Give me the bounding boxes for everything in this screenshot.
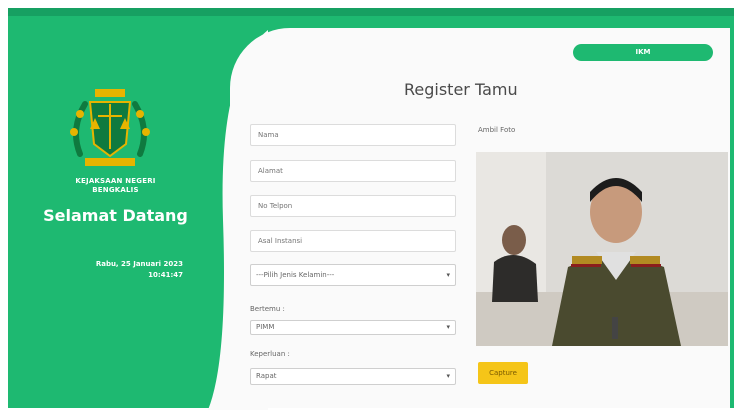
time-text: 10:41:47: [148, 271, 183, 279]
photo-label: Ambil Foto: [478, 126, 516, 134]
page-title: Register Tamu: [404, 80, 518, 99]
date-text: Rabu, 25 Januari 2023: [95, 260, 183, 268]
capture-button[interactable]: Capture: [478, 362, 528, 384]
address-input[interactable]: [250, 160, 456, 182]
gender-select-value: ---Pilih Jenis Kelamin---: [256, 271, 335, 279]
purpose-select-value: Rapat: [256, 372, 277, 380]
ikm-button[interactable]: IKM: [573, 44, 713, 61]
purpose-label: Keperluan :: [250, 350, 290, 358]
camera-preview: [476, 152, 728, 346]
camera-feed: [476, 152, 728, 346]
phone-input[interactable]: [250, 195, 456, 217]
institution-line-1: KEJAKSAAN NEGERI: [75, 177, 156, 185]
sidebar: KEJAKSAAN NEGERI BENGKALIS Selamat Datan…: [8, 8, 223, 408]
chevron-down-icon: ▾: [446, 323, 450, 331]
emblem-logo: [70, 89, 150, 166]
meet-select-value: PIMM: [256, 323, 275, 331]
chevron-down-icon: ▾: [446, 271, 450, 279]
welcome-text: Selamat Datang: [43, 206, 188, 225]
meet-label: Bertemu :: [250, 305, 285, 313]
gender-select[interactable]: ---Pilih Jenis Kelamin--- ▾: [250, 264, 456, 286]
chevron-down-icon: ▾: [446, 372, 450, 380]
meet-select[interactable]: PIMM ▾: [250, 320, 456, 335]
purpose-select[interactable]: Rapat ▾: [250, 368, 456, 385]
institution-line-2: BENGKALIS: [92, 186, 139, 194]
institution-name: KEJAKSAAN NEGERI BENGKALIS: [8, 177, 223, 195]
name-input[interactable]: [250, 124, 456, 146]
institution-input[interactable]: [250, 230, 456, 252]
